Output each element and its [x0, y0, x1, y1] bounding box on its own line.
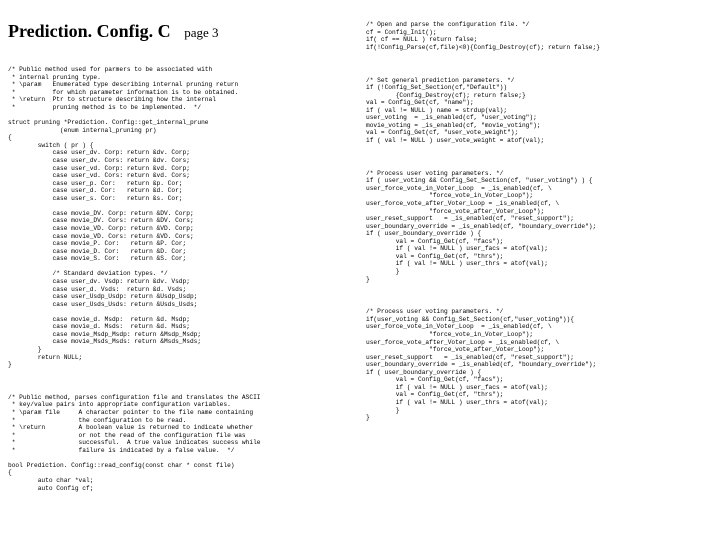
right-column: /* Open and parse the configuration file… — [360, 6, 712, 534]
code-left-2: /* Public method, parses configuration f… — [8, 394, 354, 492]
code-right-2: /* Set general prediction parameters. */… — [366, 77, 712, 145]
left-column: Prediction. Config. C page 3 /* Public m… — [8, 6, 360, 534]
code-right-4: /* Process user voting parameters. */ if… — [366, 308, 712, 421]
page-header: Prediction. Config. C page 3 — [8, 21, 354, 43]
code-left-1: /* Public method used for parmers to be … — [8, 66, 354, 369]
code-right-3: /* Process user voting parameters. */ if… — [366, 170, 712, 283]
page-root: Prediction. Config. C page 3 /* Public m… — [0, 0, 720, 540]
page-number: page 3 — [184, 25, 218, 40]
code-right-1: /* Open and parse the configuration file… — [366, 21, 712, 51]
page-title: Prediction. Config. C — [8, 21, 171, 41]
